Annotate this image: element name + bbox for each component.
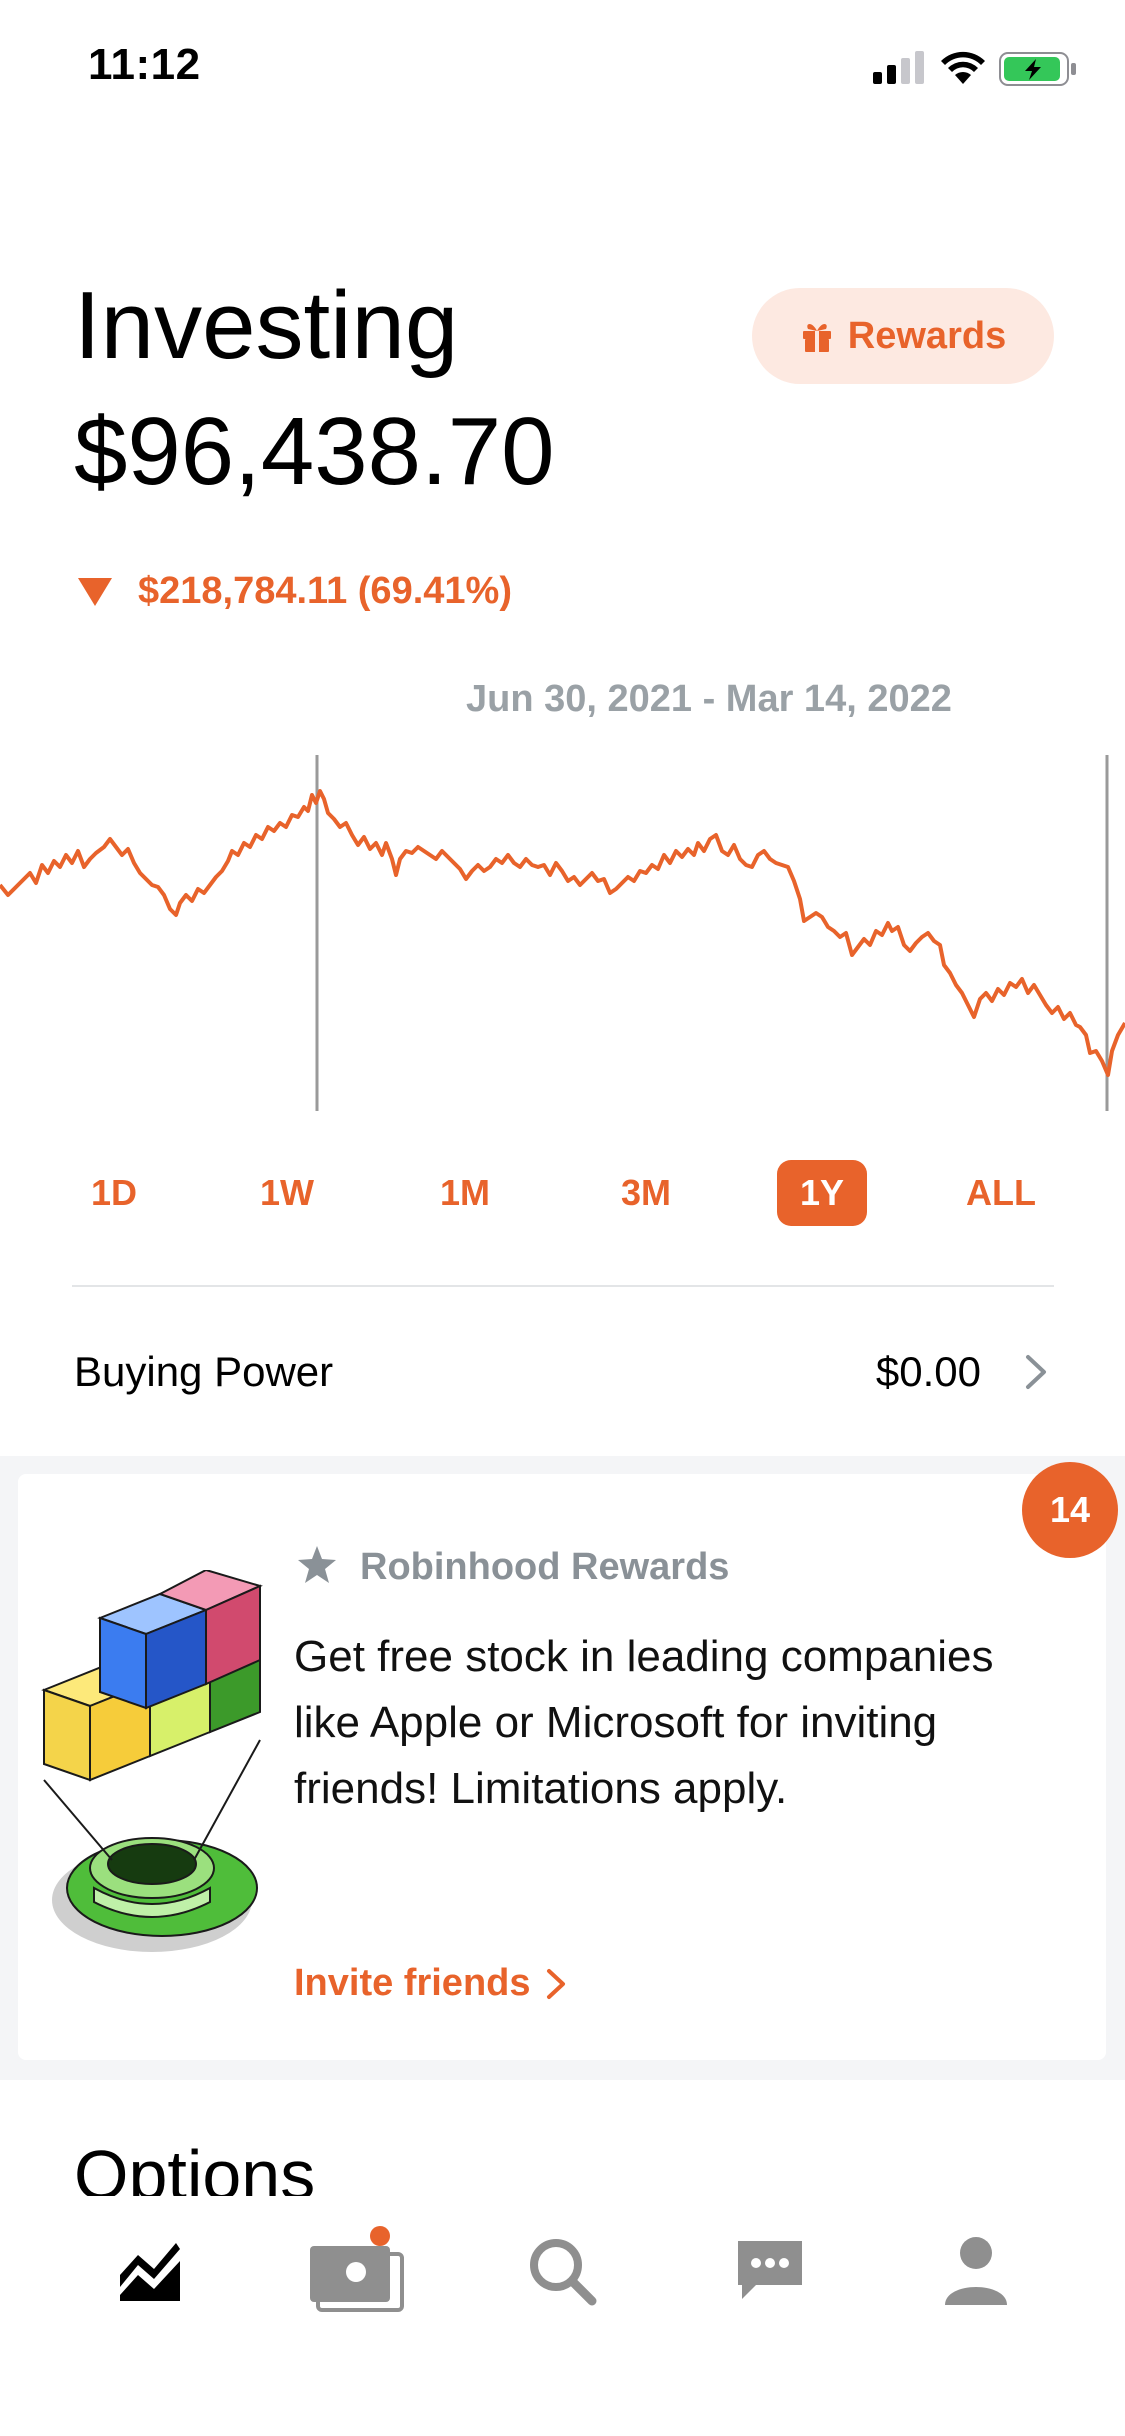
signal-icon xyxy=(873,51,924,84)
investing-chart-icon xyxy=(120,2243,180,2301)
tab-cash-card[interactable] xyxy=(306,2226,406,2316)
tab-account[interactable] xyxy=(926,2226,1026,2316)
divider xyxy=(72,1285,1054,1287)
chevron-right-icon xyxy=(546,1968,565,1999)
promo-count-badge[interactable]: 14 xyxy=(1022,1462,1118,1558)
range-tabs: 1D 1W 1M 3M 1Y ALL xyxy=(0,1160,1125,1226)
chevron-right-icon xyxy=(1026,1355,1046,1389)
range-tab-all[interactable]: ALL xyxy=(958,1160,1044,1226)
search-icon xyxy=(530,2239,597,2306)
tab-investing[interactable] xyxy=(100,2226,200,2316)
invite-friends-label: Invite friends xyxy=(294,1962,531,2004)
messages-icon xyxy=(738,2241,802,2299)
page-title: Investing xyxy=(74,272,459,379)
status-time: 11:12 xyxy=(88,40,201,89)
star-icon xyxy=(298,1546,336,1583)
change-amount: $218,784.11 (69.41%) xyxy=(138,570,512,612)
gift-icon xyxy=(802,324,831,352)
buying-power-row[interactable]: Buying Power $0.00 xyxy=(0,1330,1125,1410)
tab-search[interactable] xyxy=(512,2226,612,2316)
down-arrow-icon xyxy=(78,577,112,606)
range-tab-1d[interactable]: 1D xyxy=(78,1160,150,1226)
cash-card-icon xyxy=(310,2226,404,2312)
range-tab-1w[interactable]: 1W xyxy=(250,1160,324,1226)
status-icons xyxy=(873,51,1076,86)
bottom-tab-bar xyxy=(0,2196,1125,2436)
rewards-button[interactable]: Rewards xyxy=(752,288,1054,384)
chart-date-range: Jun 30, 2021 - Mar 14, 2022 xyxy=(466,678,952,720)
buying-power-value: $0.00 xyxy=(875,1348,981,1395)
rewards-blocks-illustration xyxy=(41,1570,263,1952)
promo-text: Get free stock in leading companies like… xyxy=(294,1632,994,1813)
status-bar: 11:12 xyxy=(0,0,1125,140)
portfolio-chart[interactable] xyxy=(0,755,1125,1115)
battery-icon xyxy=(999,52,1076,86)
range-tab-3m[interactable]: 3M xyxy=(606,1160,686,1226)
chart-line xyxy=(0,789,1125,1077)
rewards-label: Rewards xyxy=(847,314,1007,357)
range-tab-1y[interactable]: 1Y xyxy=(777,1160,867,1226)
account-icon xyxy=(945,2237,1007,2305)
range-tab-1m[interactable]: 1M xyxy=(428,1160,502,1226)
options-section-title: Options xyxy=(74,2140,316,2196)
invite-friends-link[interactable]: Invite friends xyxy=(294,1962,567,2005)
portfolio-value: $96,438.70 xyxy=(74,398,555,505)
portfolio-change: $218,784.11 (69.41%) xyxy=(78,570,512,613)
tab-messages[interactable] xyxy=(720,2226,820,2316)
wifi-icon xyxy=(941,51,985,84)
promo-tag: Robinhood Rewards xyxy=(360,1546,730,1588)
buying-power-label: Buying Power xyxy=(74,1348,334,1395)
